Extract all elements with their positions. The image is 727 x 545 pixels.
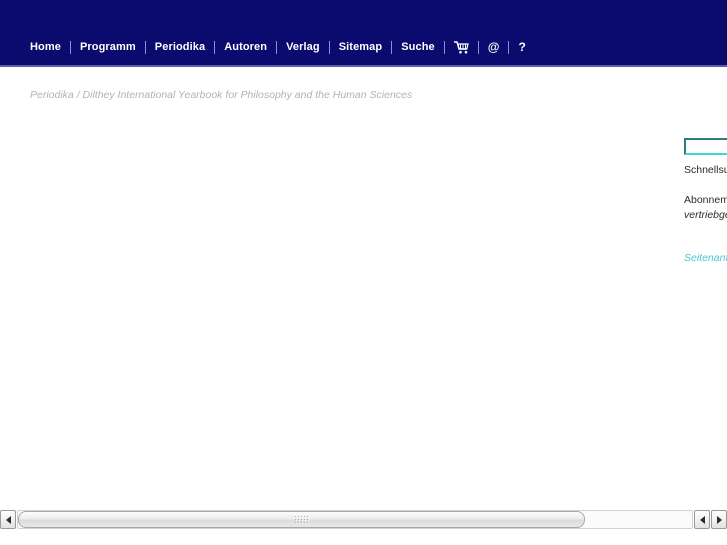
nav-item-programm[interactable]: Programm [71,41,145,54]
browser-viewport: Home Programm Periodika Autoren Verlag S… [0,0,727,545]
subscription-note: Abonnements werden vertriebgesellschaft [684,193,727,223]
subscription-note-line1: Abonnements werden [684,193,727,206]
nav-item-sitemap[interactable]: Sitemap [330,41,392,54]
arrow-left-icon [5,515,11,524]
scrollbar-track[interactable] [17,510,693,529]
scrollbar-thumb[interactable] [18,511,585,528]
scroll-right-button[interactable] [711,510,727,529]
scroll-back-button[interactable] [694,510,710,529]
scroll-left-button[interactable] [0,510,16,529]
back-to-top-link[interactable]: Seitenanfang [684,251,727,265]
site-header: Home Programm Periodika Autoren Verlag S… [0,0,727,67]
horizontal-scrollbar[interactable] [0,510,727,529]
search-label: Schnellsuche [684,163,727,176]
nav-item-verlag[interactable]: Verlag [277,41,329,54]
scrollbar-area [0,505,727,545]
nav-item-home[interactable]: Home [30,41,70,54]
arrow-right-icon [716,515,722,524]
help-icon[interactable]: ? [509,41,534,54]
email-icon[interactable]: @ [479,41,509,54]
subscription-note-line2: vertriebgesellschaft [684,208,727,221]
main-content [30,125,630,485]
page-canvas: Home Programm Periodika Autoren Verlag S… [0,0,727,505]
arrow-left-icon [699,515,705,524]
breadcrumb: Periodika / Dilthey International Yearbo… [30,89,413,101]
nav-item-periodika[interactable]: Periodika [146,41,214,54]
shopping-cart-icon[interactable] [445,41,478,54]
cart-glyph [453,41,469,54]
nav-item-suche[interactable]: Suche [392,41,444,54]
nav-item-autoren[interactable]: Autoren [215,41,276,54]
right-sidebar: Schnellsuche Abonnements werden vertrieb… [684,136,727,265]
scrollbar-grip-icon [294,515,309,524]
search-input[interactable] [684,137,727,155]
main-navigation: Home Programm Periodika Autoren Verlag S… [30,39,535,56]
